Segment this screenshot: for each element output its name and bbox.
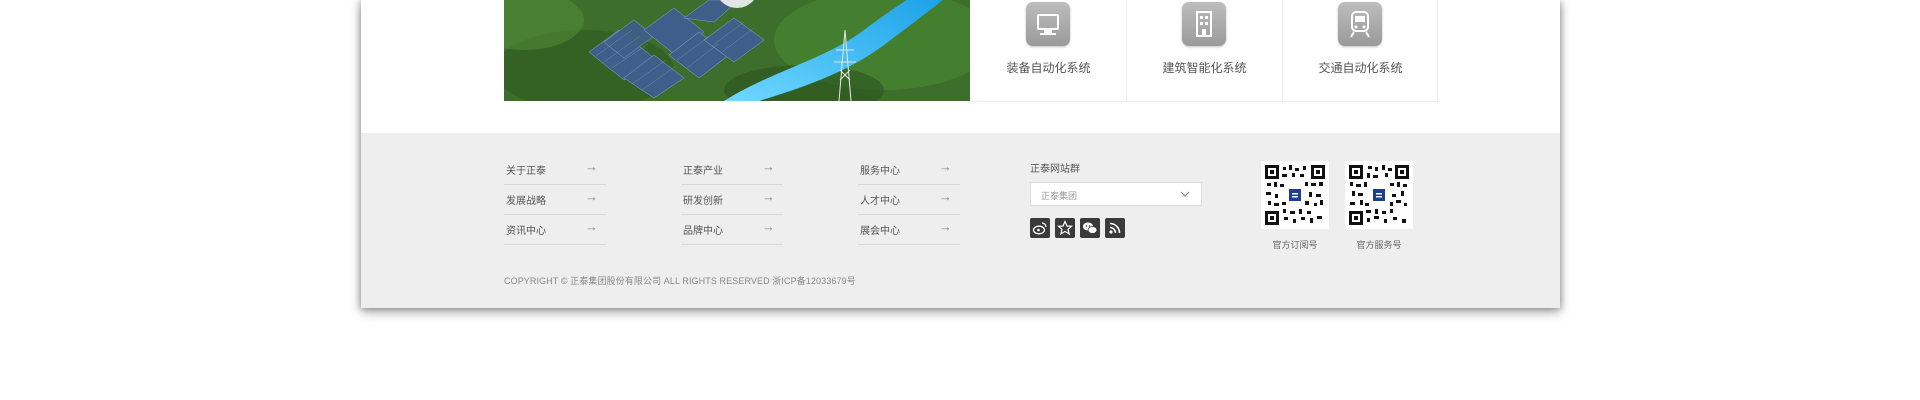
arrow-right-icon: → <box>939 159 952 174</box>
footer-link-about[interactable]: 关于正泰 → <box>504 155 606 185</box>
qr-caption: 官方服务号 <box>1356 240 1402 250</box>
building-icon <box>1182 2 1226 46</box>
footer-link-news[interactable]: 资讯中心 → <box>504 215 606 245</box>
rss-icon[interactable] <box>1105 218 1125 238</box>
footer-link-strategy[interactable]: 发展战略 → <box>504 185 606 215</box>
footer-link-brand[interactable]: 品牌中心 → <box>681 215 783 245</box>
chevron-down-icon <box>1180 191 1190 197</box>
footer-link-exhibition[interactable]: 展会中心 → <box>858 215 960 245</box>
system-item-equipment[interactable]: 装备自动化系统 <box>971 0 1127 102</box>
footer-link-industry[interactable]: 正泰产业 → <box>681 155 783 185</box>
arrow-right-icon: → <box>939 189 952 204</box>
arrow-right-icon: → <box>585 189 598 204</box>
weibo-icon[interactable] <box>1030 218 1050 238</box>
arrow-right-icon: → <box>939 219 952 234</box>
arrow-right-icon: → <box>762 219 775 234</box>
link-label: 正泰产业 <box>683 166 723 177</box>
footer-nav-column-2: 正泰产业 → 研发创新 → 品牌中心 → <box>681 155 783 245</box>
arrow-right-icon: → <box>762 189 775 204</box>
copyright-text: COPYRIGHT © 正泰集团股份有限公司 ALL RIGHTS RESERV… <box>504 276 856 286</box>
site-group-selected: 正泰集团 <box>1041 191 1078 201</box>
monitor-icon <box>1026 2 1070 46</box>
system-item-transport[interactable]: 交通自动化系统 <box>1283 0 1438 102</box>
wechat-icon[interactable] <box>1080 218 1100 238</box>
link-label: 服务中心 <box>860 166 900 177</box>
footer-link-service[interactable]: 服务中心 → <box>858 155 960 185</box>
arrow-right-icon: → <box>585 219 598 234</box>
link-label: 关于正泰 <box>506 166 546 177</box>
footer-nav-column-1: 关于正泰 → 发展战略 → 资讯中心 → <box>504 155 606 245</box>
qr-code-icon <box>1265 165 1325 225</box>
star-icon[interactable] <box>1055 218 1075 238</box>
site-group-select[interactable]: 正泰集团 <box>1030 182 1202 206</box>
site-group-title: 正泰网站群 <box>1030 164 1080 175</box>
footer-link-rnd[interactable]: 研发创新 → <box>681 185 783 215</box>
link-label: 资讯中心 <box>506 226 546 237</box>
link-label: 人才中心 <box>860 196 900 207</box>
footer-nav-column-3: 服务中心 → 人才中心 → 展会中心 → <box>858 155 960 245</box>
qr-code-subscription <box>1261 161 1329 229</box>
qr-code-icon <box>1349 165 1409 225</box>
link-label: 研发创新 <box>683 196 723 207</box>
link-label: 展会中心 <box>860 226 900 237</box>
arrow-right-icon: → <box>585 159 598 174</box>
footer-link-talent[interactable]: 人才中心 → <box>858 185 960 215</box>
system-item-building[interactable]: 建筑智能化系统 <box>1127 0 1283 102</box>
system-label: 交通自动化系统 <box>1318 61 1403 75</box>
system-label: 装备自动化系统 <box>1006 61 1091 75</box>
train-icon <box>1338 2 1382 46</box>
link-label: 品牌中心 <box>683 226 723 237</box>
qr-code-service <box>1345 161 1413 229</box>
hero-image[interactable] <box>504 0 970 101</box>
qr-caption: 官方订阅号 <box>1272 240 1318 250</box>
arrow-right-icon: → <box>762 159 775 174</box>
system-label: 建筑智能化系统 <box>1162 61 1247 75</box>
link-label: 发展战略 <box>506 196 546 207</box>
